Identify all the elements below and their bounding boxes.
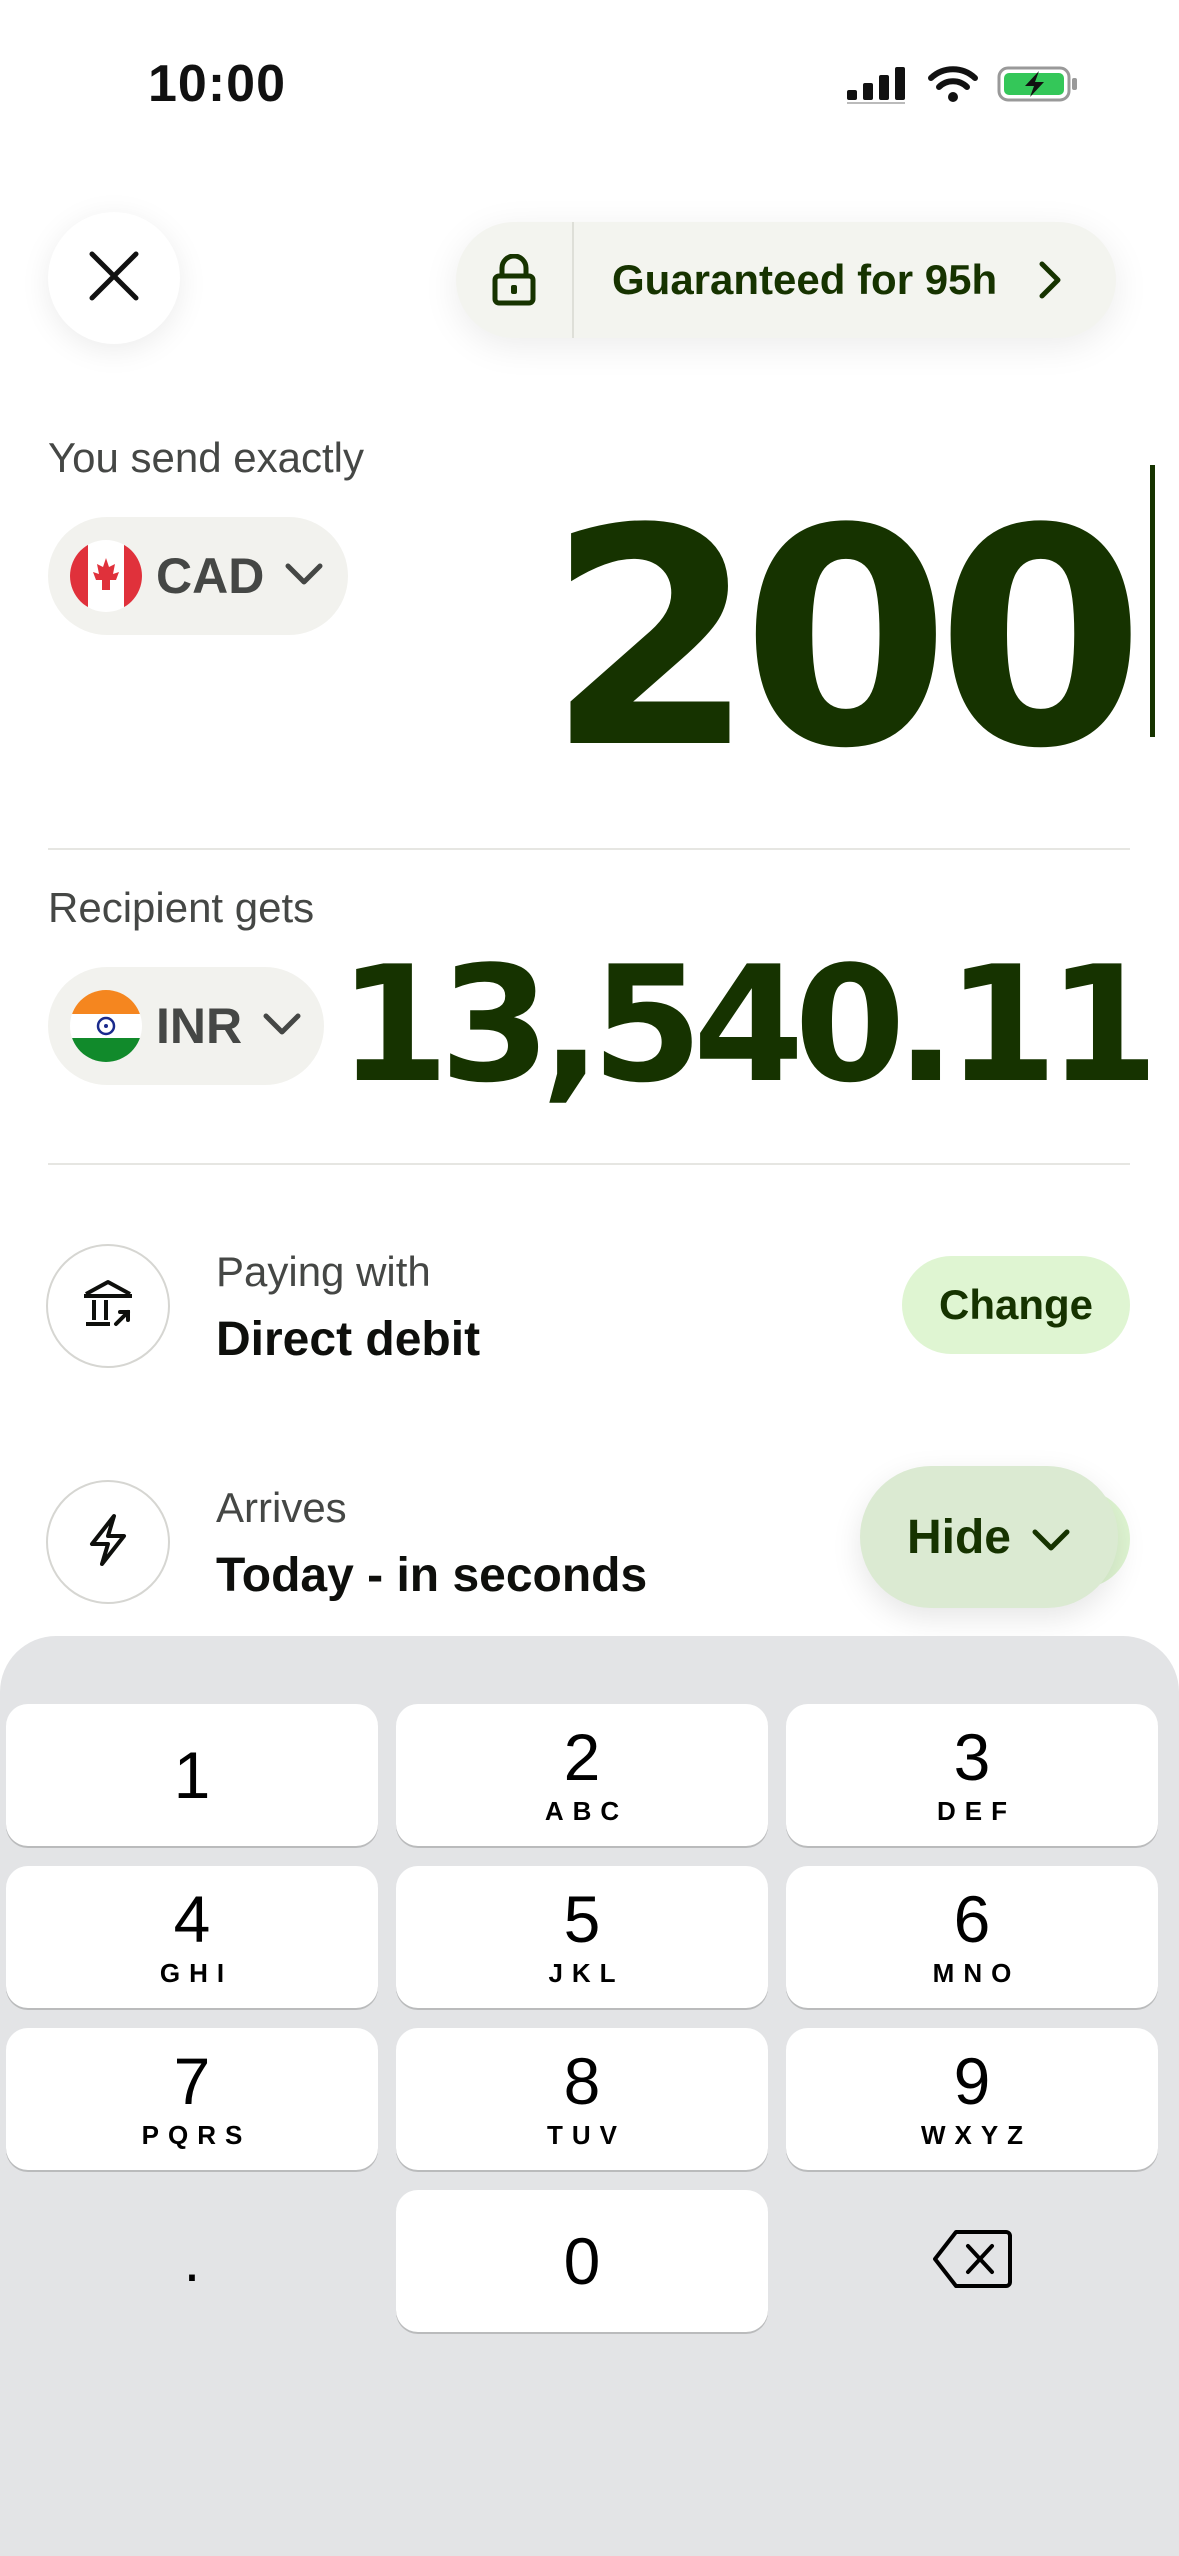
key-digit: 8: [563, 2043, 601, 2118]
key-letters: GHI: [159, 1957, 234, 1988]
key-digit: 1: [173, 1738, 211, 1812]
key-9[interactable]: 9 WXYZ: [786, 2028, 1158, 2170]
receive-currency-selector[interactable]: INR: [48, 967, 324, 1085]
bank-icon-container: [46, 1244, 170, 1368]
send-currency-selector[interactable]: CAD: [48, 517, 348, 635]
key-digit: 4: [173, 1881, 211, 1956]
chevron-right-icon: [1036, 258, 1116, 302]
chevron-down-icon: [284, 561, 324, 592]
key-digit: 5: [563, 1881, 601, 1956]
key-digit: 3: [953, 1719, 991, 1794]
key-1[interactable]: 1: [6, 1704, 378, 1846]
key-digit: 0: [563, 2224, 601, 2298]
key-5[interactable]: 5 JKL: [396, 1866, 768, 2008]
send-currency-code: CAD: [156, 548, 265, 604]
receive-currency-code: INR: [156, 998, 243, 1054]
key-8[interactable]: 8 TUV: [396, 2028, 768, 2170]
key-4[interactable]: 4 GHI: [6, 1866, 378, 2008]
cellular-signal-icon: [847, 64, 909, 109]
lock-icon: [456, 222, 574, 338]
key-letters: ABC: [544, 1795, 629, 1826]
numeric-keypad: 1 2 ABC 3 DEF 4 GHI 5 JKL 6 MNO 7 PQRS 8…: [0, 1636, 1179, 2556]
lightning-icon-container: [46, 1480, 170, 1604]
close-icon: [86, 248, 142, 309]
key-6[interactable]: 6 MNO: [786, 1866, 1158, 2008]
key-digit: 6: [953, 1881, 991, 1956]
chevron-down-icon: [262, 1011, 302, 1042]
key-3[interactable]: 3 DEF: [786, 1704, 1158, 1846]
bank-icon: [80, 1276, 136, 1337]
key-0[interactable]: 0: [396, 2190, 768, 2332]
close-button[interactable]: [48, 212, 180, 344]
key-backspace[interactable]: [786, 2190, 1158, 2332]
text-caret: [1150, 465, 1155, 737]
decimal-symbol: .: [183, 2227, 201, 2294]
canada-flag-icon: [70, 540, 142, 612]
send-amount-input[interactable]: 200: [547, 490, 1145, 790]
receive-label: Recipient gets: [48, 884, 315, 931]
key-letters: JKL: [548, 1957, 625, 1988]
key-digit: 2: [563, 1719, 601, 1794]
key-letters: MNO: [932, 1957, 1021, 1988]
battery-charging-icon: [997, 64, 1079, 109]
wifi-icon: [927, 64, 979, 109]
key-letters: TUV: [547, 2119, 626, 2150]
arrives-label: Arrives: [216, 1484, 347, 1531]
key-letters: PQRS: [141, 2119, 252, 2150]
status-bar: 10:00: [0, 0, 1179, 175]
status-icons: [847, 64, 1079, 109]
divider: [48, 848, 1130, 850]
lightning-icon: [82, 1512, 134, 1573]
paying-with-label: Paying with: [216, 1248, 431, 1295]
guarantee-label: Guaranteed for 95h: [612, 256, 998, 303]
rate-guarantee-button[interactable]: Guaranteed for 95h: [456, 222, 1116, 338]
key-digit: 9: [953, 2043, 991, 2118]
india-flag-icon: [70, 990, 142, 1062]
key-digit: 7: [173, 2043, 211, 2118]
key-letters: WXYZ: [920, 2119, 1033, 2150]
receive-amount[interactable]: 13,540.11: [338, 945, 1159, 1105]
key-7[interactable]: 7 PQRS: [6, 2028, 378, 2170]
hide-label: Hide: [906, 1510, 1011, 1564]
key-letters: DEF: [937, 1795, 1016, 1826]
send-label: You send exactly: [48, 434, 365, 481]
change-payment-button[interactable]: Change: [902, 1256, 1130, 1354]
status-time: 10:00: [148, 55, 286, 113]
payment-method-value: Direct debit: [216, 1313, 481, 1366]
arrival-time-value: Today - in seconds: [216, 1549, 648, 1602]
chevron-down-icon: [1031, 1510, 1071, 1565]
key-2[interactable]: 2 ABC: [396, 1704, 768, 1846]
backspace-icon: [932, 2228, 1012, 2295]
divider: [48, 1163, 1130, 1165]
key-decimal[interactable]: .: [6, 2190, 378, 2332]
hide-details-button[interactable]: Hide: [860, 1466, 1118, 1608]
